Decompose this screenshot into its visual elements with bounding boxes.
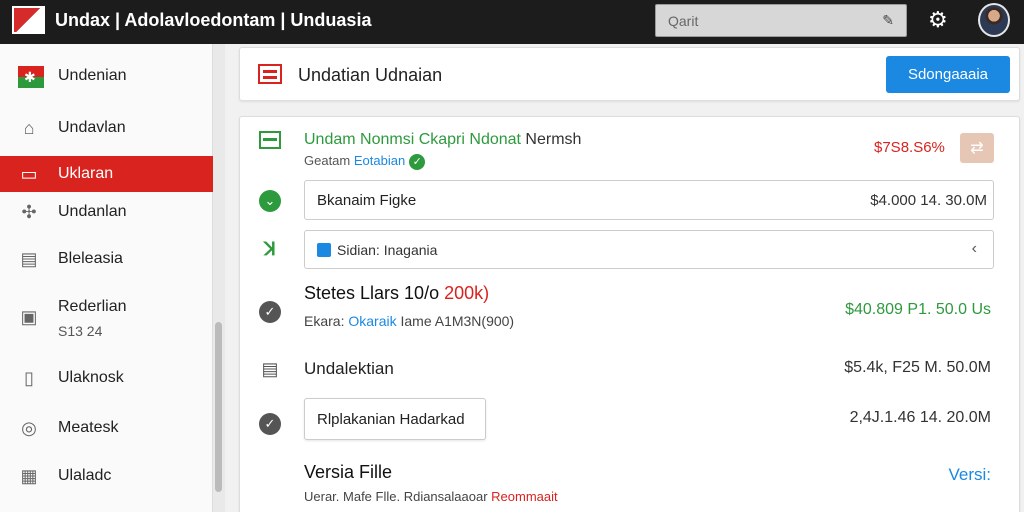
sidebar-item-undavlan[interactable]: ⌂ Undavlan [0, 110, 213, 146]
sidebar-item-label: Ulaknosk [58, 369, 124, 386]
section-subtitle: Geatam Eotabian ✓ [304, 153, 426, 170]
sidebar-item-meatesk[interactable]: ◎ Meatesk [0, 410, 213, 446]
main-panel: Undam Nonmsi Ckapri Ndonat Nermsh Geatam… [239, 116, 1020, 512]
search-placeholder: Qarit [668, 13, 699, 29]
sidebar-item-label: Rederlian [58, 298, 127, 315]
status-amount: $40.809 P1. 50.0 Us [845, 301, 991, 318]
package-icon: ▦ [20, 466, 38, 486]
version-link[interactable]: Versi: [948, 465, 991, 485]
chevron-down-icon: ⌄ [258, 187, 282, 212]
subtitle-link[interactable]: Eotabian [354, 153, 405, 168]
section-title-rest: Nermsh [520, 131, 582, 148]
status-title: Stetes Llars 10/o 200k) [304, 283, 489, 304]
section-title-highlight: Undam Nonmsi Ckapri Ndonat [304, 131, 521, 148]
field-value: $4.000 14. 30.0M [870, 192, 987, 209]
edit-icon[interactable]: ✎ [882, 12, 894, 29]
page-title: Undatian Udnaian [298, 65, 443, 85]
file-section-subtitle: Uerar. Mafe Flle. Rdiansalaaoar Reommaai… [304, 489, 558, 504]
sidebar-item-label: Undenian [58, 67, 127, 84]
subtitle-prefix: Geatam [304, 153, 354, 168]
sidebar-item-ulaknosk[interactable]: ▯ Ulaknosk [0, 360, 213, 396]
status-sub-prefix: Ekara: [304, 313, 349, 329]
sidebar-item-undenian[interactable]: Undenian [0, 58, 213, 94]
gear-icon[interactable]: ⚙ [928, 8, 948, 32]
scrollbar-thumb[interactable] [215, 322, 222, 492]
form-icon [258, 64, 282, 84]
check-icon: ✓ [409, 153, 426, 170]
flag-icon [18, 66, 44, 88]
select-value: Sidian: Inagania [317, 242, 437, 258]
primary-action-button[interactable]: Sdongaaaia [886, 56, 1010, 93]
file-section-title: Versia Fille [304, 462, 393, 482]
document-icon: ▤ [20, 249, 38, 269]
card-icon [258, 131, 282, 155]
check-circle-icon: ✓ [258, 298, 282, 323]
sidebar-item-rederlian[interactable]: ▣ Rederlian S13 24 [0, 289, 213, 345]
folder-icon: ▭ [20, 164, 38, 184]
sidebar: Undenian ⌂ Undavlan ▭ Uklaran ✣ Undanlan… [0, 44, 213, 512]
clipboard-icon: ▣ [20, 307, 38, 327]
sidebar-item-sublabel: S13 24 [58, 323, 103, 339]
search-input[interactable]: Qarit ✎ [655, 4, 907, 37]
app-title: Undax | Adolavloedontam | Unduasia [55, 10, 372, 30]
status-title-highlight: 200k) [444, 283, 490, 303]
row-value: 2,4J.1.46 14. 20.0M [849, 409, 991, 426]
status-title-main: Stetes Llars 10/o [304, 283, 445, 303]
amount-value: $7S8.S6% [874, 139, 945, 156]
tag-icon [317, 243, 331, 257]
analytics-icon: ✣ [21, 202, 37, 222]
chevron-left-icon: ‹ [971, 240, 977, 257]
sidebar-item-label: Meatesk [58, 419, 119, 436]
row-value: $5.4k, F25 M. 50.0M [844, 359, 991, 376]
figure-input[interactable]: Bkanaim Figke $4.000 14. 30.0M [304, 180, 994, 220]
file-sub-main: Uerar. Mafe Flle. Rdiansalaaoar [304, 489, 492, 504]
sidebar-item-label: Bleleasia [58, 250, 123, 267]
secondary-button[interactable]: Rlplakanian Hadarkad [304, 398, 486, 440]
avatar[interactable] [978, 3, 1010, 37]
sidebar-item-label: Undanlan [58, 203, 127, 220]
arrow-right-icon: ⇄ [970, 140, 984, 157]
field-label: Bkanaim Figke [317, 192, 417, 209]
status-sub-rest: Iame A1M3N(900) [396, 313, 515, 329]
sidebar-item-uklaran[interactable]: ▭ Uklaran [0, 156, 213, 192]
sidebar-item-label: Undavlan [58, 119, 126, 136]
status-sub-link[interactable]: Okaraik [348, 313, 396, 329]
sidebar-item-ulaladc[interactable]: ▦ Ulaladc [0, 458, 213, 494]
home-icon: ⌂ [23, 118, 35, 138]
app-logo[interactable] [12, 6, 45, 34]
split-icon: ꓘ [264, 239, 276, 259]
sidebar-item-label: Uklaran [58, 165, 114, 182]
top-bar: Undax | Adolavloedontam | Unduasia Qarit… [0, 0, 1024, 44]
secondary-button-label: Rlplakanian Hadarkad [317, 411, 465, 428]
check-circle-icon: ✓ [258, 410, 282, 435]
check-circle-icon: ◎ [21, 418, 37, 438]
row-label: Undalektian [304, 359, 394, 378]
sidebar-scrollbar[interactable] [213, 44, 225, 512]
file-sub-highlight: Reommaait [491, 489, 558, 504]
sidebar-item-bleleasia[interactable]: ▤ Bleleasia [0, 241, 213, 277]
section-title: Undam Nonmsi Ckapri Ndonat Nermsh [304, 131, 581, 149]
table-icon: ▤ [261, 359, 279, 379]
sidebar-item-label: Ulaladc [58, 467, 112, 484]
file-icon: ▯ [24, 368, 34, 388]
sidebar-item-undanlan[interactable]: ✣ Undanlan [0, 194, 213, 230]
arrow-button[interactable]: ⇄ [960, 133, 994, 163]
status-subtitle: Ekara: Okaraik Iame A1M3N(900) [304, 313, 514, 329]
dropdown-select[interactable]: Sidian: Inagania ‹ [304, 230, 994, 269]
page-header: Undatian Udnaian Sdongaaaia [239, 47, 1020, 101]
